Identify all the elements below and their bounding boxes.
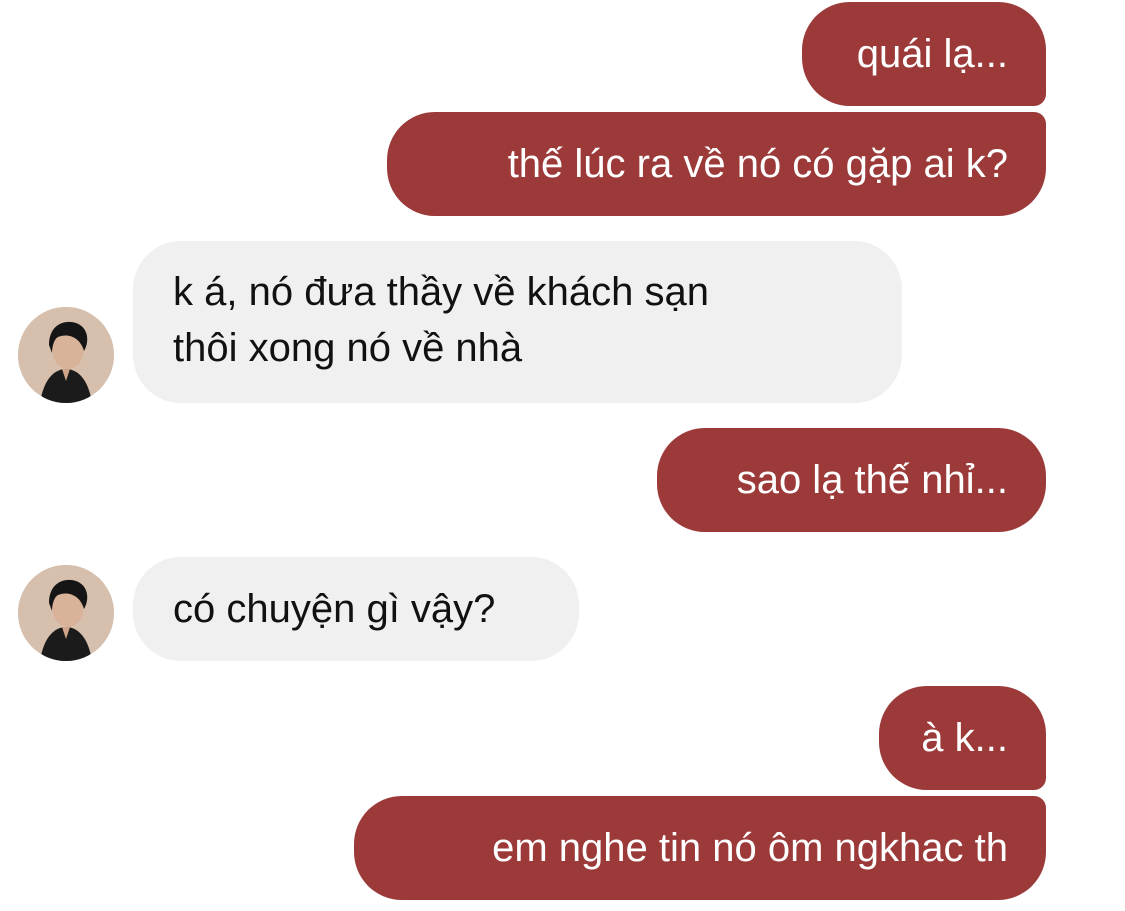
outgoing-message-bubble[interactable]: em nghe tin nó ôm ngkhac th: [354, 796, 1046, 900]
incoming-message-bubble[interactable]: k á, nó đưa thầy về khách sạn thôi xong …: [133, 241, 902, 403]
message-text: sao lạ thế nhỉ...: [736, 458, 1008, 502]
message-text: thế lúc ra về nó có gặp ai k?: [507, 142, 1008, 186]
message-text: em nghe tin nó ôm ngkhac th: [492, 826, 1008, 870]
contact-avatar-icon[interactable]: [18, 307, 114, 403]
message-text-line: thôi xong nó về nhà: [173, 326, 523, 370]
outgoing-message-bubble[interactable]: à k...: [879, 686, 1046, 790]
message-text: quái lạ...: [856, 32, 1008, 76]
outgoing-message-bubble[interactable]: quái lạ...: [802, 2, 1046, 106]
message-text: à k...: [921, 716, 1008, 760]
outgoing-message-bubble[interactable]: sao lạ thế nhỉ...: [657, 428, 1046, 532]
outgoing-message-bubble[interactable]: thế lúc ra về nó có gặp ai k?: [387, 112, 1046, 216]
message-text-line: có chuyện gì vậy?: [173, 587, 496, 631]
contact-avatar-icon[interactable]: [18, 565, 114, 661]
incoming-message-bubble[interactable]: có chuyện gì vậy?: [133, 557, 579, 661]
message-text-line: k á, nó đưa thầy về khách sạn: [173, 270, 709, 314]
